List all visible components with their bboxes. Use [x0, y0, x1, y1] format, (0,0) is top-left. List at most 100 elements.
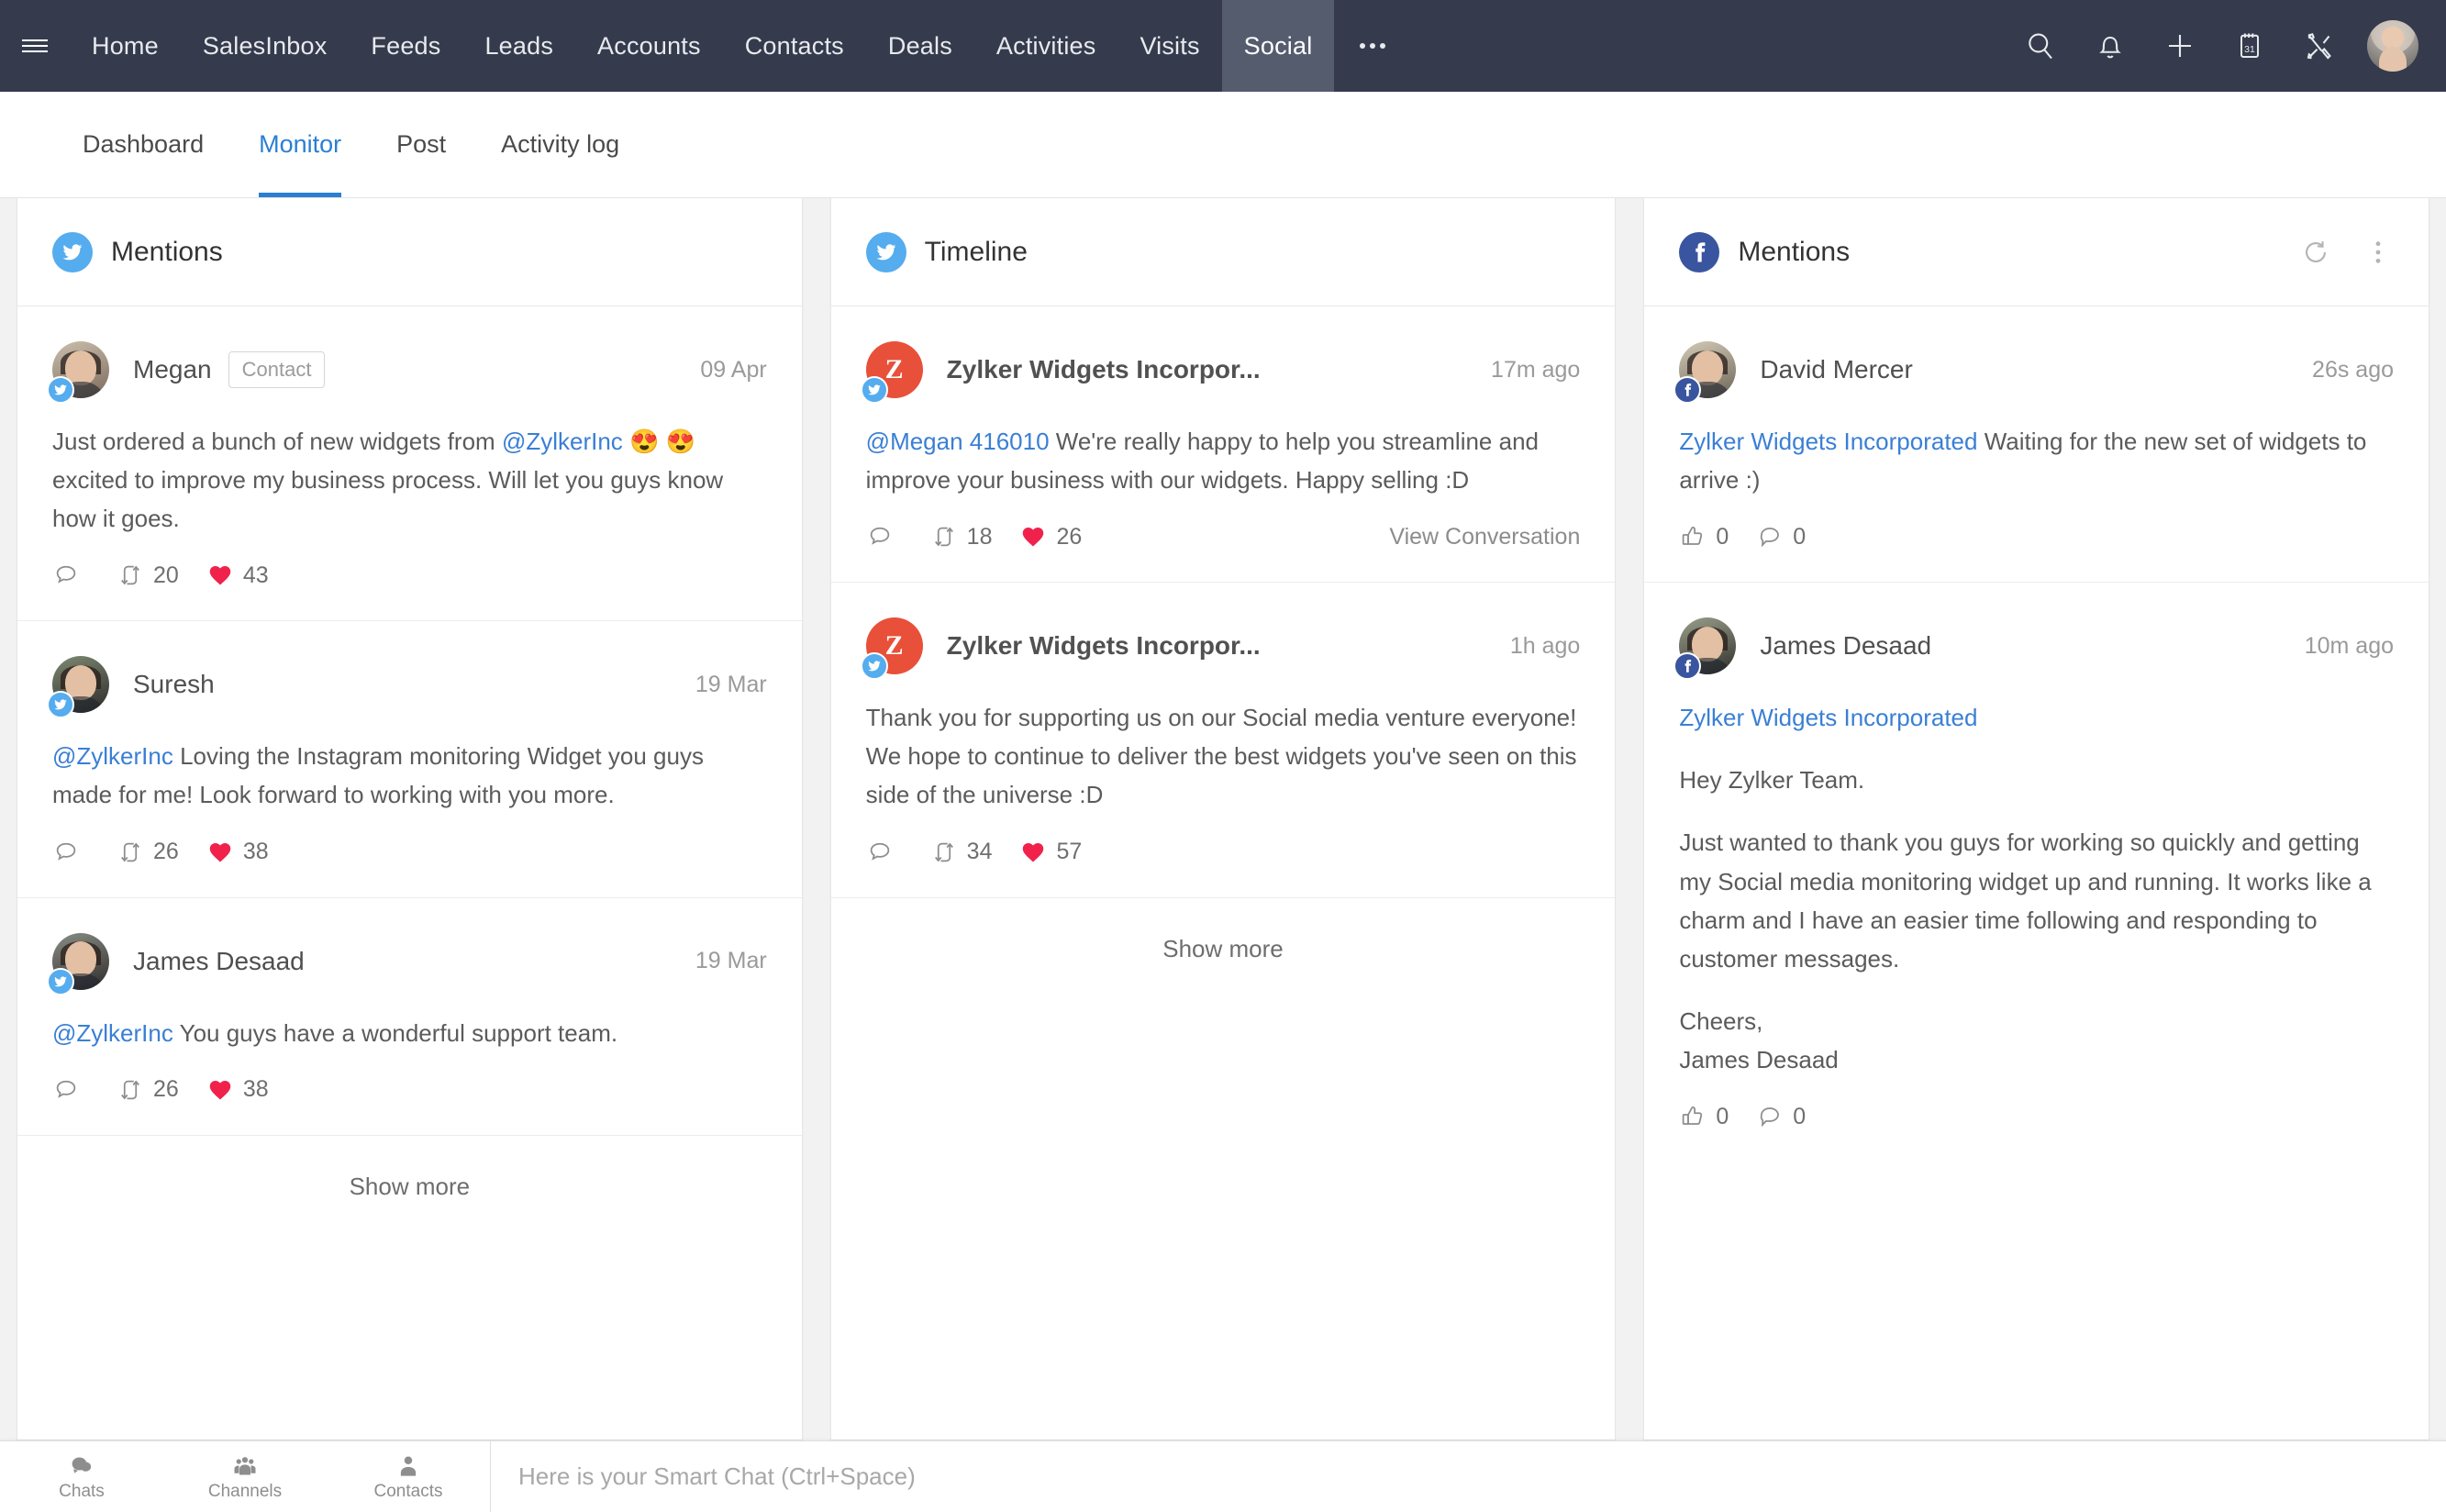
nav-item-accounts[interactable]: Accounts [575, 0, 723, 92]
post-avatar[interactable] [47, 932, 109, 995]
post-author-name[interactable]: Zylker Widgets Incorpor... [947, 355, 1261, 384]
retweet-stat[interactable]: 26 [117, 1076, 179, 1104]
nav-item-social[interactable]: Social [1221, 0, 1335, 92]
chat-button-channels[interactable]: Channels [163, 1441, 327, 1512]
like-stat[interactable]: 43 [206, 561, 269, 589]
post-header: David Mercer 26s ago [1673, 341, 2395, 404]
column-header: Mentions [1644, 198, 2429, 306]
comment-stat[interactable]: 0 [1756, 523, 1806, 550]
nav-item-visits[interactable]: Visits [1117, 0, 1221, 92]
like-stat[interactable]: 38 [206, 839, 269, 866]
refresh-button[interactable] [2300, 237, 2331, 268]
tools-icon[interactable] [2285, 0, 2354, 92]
nav-item-salesinbox[interactable]: SalesInbox [181, 0, 350, 92]
retweet-stat[interactable]: 20 [117, 561, 179, 589]
post-avatar[interactable] [1673, 341, 1737, 404]
smart-chat-input[interactable]: Here is your Smart Chat (Ctrl+Space) [491, 1441, 2446, 1512]
nav-more-button[interactable] [1334, 0, 1411, 92]
post-avatar[interactable] [47, 341, 109, 404]
comment-icon [870, 528, 889, 546]
comment-icon [56, 566, 76, 584]
post-avatar[interactable] [1673, 617, 1737, 681]
refresh-icon [2306, 240, 2326, 262]
post-timestamp: 19 Mar [695, 948, 767, 974]
nav-item-leads[interactable]: Leads [462, 0, 575, 92]
comment-stat[interactable] [866, 839, 903, 866]
retweet-count: 20 [153, 561, 179, 588]
twitter-bird-icon [54, 975, 67, 986]
twitter-bird-icon [54, 384, 67, 395]
nav-item-feeds[interactable]: Feeds [349, 0, 462, 92]
add-icon[interactable] [2145, 0, 2215, 92]
comment-icon [56, 842, 76, 861]
comment-stat[interactable] [52, 1076, 89, 1104]
chat-bubbles-icon [72, 1457, 92, 1473]
nav-item-activities[interactable]: Activities [974, 0, 1118, 92]
post-timestamp: 26s ago [2312, 356, 2395, 383]
facebook-badge-icon [1673, 652, 1702, 681]
main-nav-items: Home SalesInbox Feeds Leads Accounts Contacts… [70, 0, 1335, 92]
post-author-name[interactable]: Megan [133, 355, 212, 384]
user-avatar[interactable] [2367, 20, 2418, 72]
search-icon[interactable] [2006, 0, 2075, 92]
column-title: Mentions [111, 236, 223, 267]
hamburger-menu-icon[interactable] [0, 0, 70, 92]
comment-stat[interactable] [52, 561, 89, 589]
like-stat[interactable]: 38 [206, 1076, 269, 1104]
like-count: 57 [1056, 839, 1083, 865]
post-avatar[interactable]: Z [860, 341, 923, 404]
comment-stat[interactable] [52, 839, 89, 866]
post-text: Zylker Widgets Incorporated Hey Zylker Te… [1679, 704, 2372, 1073]
retweet-stat[interactable]: 18 [930, 523, 992, 550]
like-stat[interactable]: 0 [1679, 523, 1729, 550]
post-author-name[interactable]: James Desaad [133, 947, 305, 976]
retweet-stat[interactable]: 34 [930, 839, 992, 866]
post-avatar[interactable]: Z [860, 617, 923, 681]
show-more-button[interactable]: Show more [17, 1136, 802, 1238]
heart-icon [209, 566, 231, 585]
calendar-icon[interactable]: 31 [2215, 0, 2285, 92]
retweet-icon [121, 1080, 139, 1100]
heart-icon [209, 1080, 231, 1100]
module-tab-bar: Dashboard Monitor Post Activity log [0, 92, 2446, 198]
post-card: James Desaad 10m ago Zylker Widgets Incorp… [1644, 583, 2429, 1162]
nav-item-contacts[interactable]: Contacts [723, 0, 866, 92]
post-timestamp: 1h ago [1509, 632, 1581, 659]
notification-bell-icon[interactable] [2075, 0, 2145, 92]
tab-monitor[interactable]: Monitor [231, 92, 369, 197]
post-author-name[interactable]: Suresh [133, 670, 215, 699]
like-count: 38 [242, 1076, 269, 1103]
comment-stat[interactable] [866, 523, 903, 550]
monitor-column-twitter-timeline: Timeline Z Zylker Widgets Incorpor... 17m a… [829, 198, 1617, 1440]
chat-button-contacts[interactable]: Contacts [327, 1441, 490, 1512]
tab-activity-log[interactable]: Activity log [473, 92, 647, 197]
chat-button-chats[interactable]: Chats [0, 1441, 163, 1512]
column-more-button[interactable] [2363, 237, 2394, 268]
post-author-name[interactable]: David Mercer [1760, 355, 1912, 384]
post-author-name[interactable]: Zylker Widgets Incorpor... [947, 631, 1261, 661]
post-header: James Desaad 19 Mar [47, 932, 767, 995]
retweet-stat[interactable]: 26 [117, 839, 179, 866]
tab-dashboard[interactable]: Dashboard [55, 92, 231, 197]
heart-icon [1023, 842, 1044, 862]
more-vertical-icon [2375, 240, 2381, 263]
nav-item-deals[interactable]: Deals [866, 0, 974, 92]
twitter-icon [865, 231, 906, 272]
column-header: Mentions [17, 198, 802, 306]
column-header-actions [2300, 237, 2394, 268]
like-stat[interactable]: 57 [1019, 839, 1082, 866]
like-stat[interactable]: 0 [1679, 1103, 1729, 1130]
post-header: Z Zylker Widgets Incorpor... 17m ago [860, 341, 1580, 404]
view-conversation-link[interactable]: View Conversation [1389, 524, 1580, 550]
post-author-name[interactable]: James Desaad [1760, 631, 1931, 661]
tab-post[interactable]: Post [369, 92, 473, 197]
twitter-badge-icon [860, 652, 888, 681]
nav-item-home[interactable]: Home [70, 0, 181, 92]
post-avatar[interactable] [47, 656, 109, 719]
post-engagement-bar: 26 38 [52, 1052, 767, 1135]
comment-stat[interactable]: 0 [1756, 1103, 1806, 1130]
heart-icon [209, 842, 231, 862]
show-more-button[interactable]: Show more [831, 898, 1616, 1000]
post-timestamp: 10m ago [2304, 632, 2395, 659]
like-stat[interactable]: 26 [1019, 523, 1082, 550]
